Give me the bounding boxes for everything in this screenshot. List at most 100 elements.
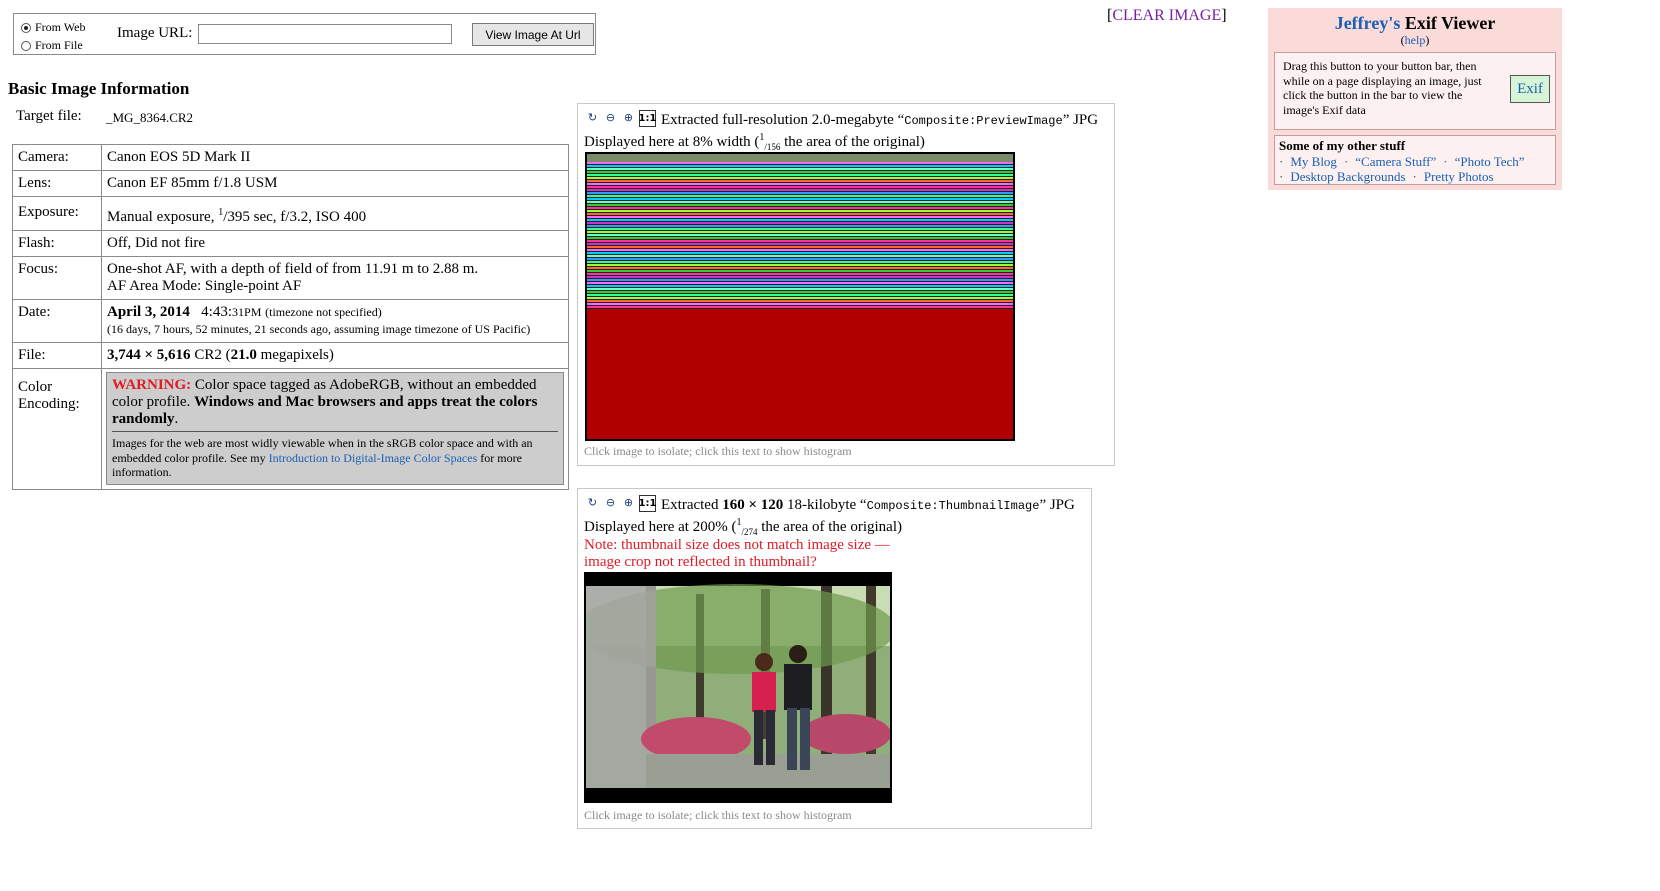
zoom-out-icon[interactable]: ⊖ [603, 110, 618, 125]
zoom-in-icon[interactable]: ⊕ [621, 110, 636, 125]
help: (help) [1268, 33, 1562, 48]
preview-display-info: Displayed here at 8% width (1/156 the ar… [584, 132, 925, 152]
display-text: Displayed here at 8% width ( [584, 134, 760, 150]
table-row: Date: April 3, 2014 4:43:31PM (timezone … [13, 300, 568, 343]
exposure-value: Manual exposure, 1/395 sec, f/3.2, ISO 4… [102, 197, 568, 231]
image-url-input[interactable] [198, 24, 452, 44]
rotate-icon[interactable]: ↻ [585, 495, 600, 510]
other-links-row: · My Blog · “Camera Stuff” · “Photo Tech” [1279, 154, 1525, 169]
extract-format: ” JPG [1062, 112, 1099, 128]
color-warning-box: WARNING: Color space tagged as AdobeRGB,… [106, 372, 564, 485]
radio-selected-icon[interactable] [21, 22, 31, 33]
area-denominator: /274 [741, 527, 758, 537]
display-text-end: the area of the original) [757, 519, 902, 535]
rotate-icon[interactable]: ↻ [585, 110, 600, 125]
focus-value: One-shot AF, with a depth of field of fr… [102, 257, 568, 300]
color-encoding-value: WARNING: Color space tagged as AdobeRGB,… [102, 369, 568, 490]
thumb-size: 18-kilobyte “ [783, 497, 867, 513]
warning-heading: WARNING: [112, 377, 192, 393]
file-value: 3,744 × 5,616 CR2 (21.0 megapixels) [102, 343, 568, 369]
help-link[interactable]: help [1405, 33, 1426, 47]
preview-image[interactable] [585, 152, 1015, 441]
camera-label: Camera: [13, 145, 102, 171]
file-label: File: [13, 343, 102, 369]
focus-label: Focus: [13, 257, 102, 300]
thumbnail-image-panel: ↻ ⊖ ⊕ 1:1 Extracted 160 × 120 18-kilobyt… [577, 488, 1092, 829]
file-megapixels-label: megapixels) [260, 347, 334, 363]
zoom-out-icon[interactable]: ⊖ [603, 495, 618, 510]
date-time: 4:43: [201, 304, 233, 320]
radio-from-web[interactable]: From Web [21, 20, 85, 35]
panel-title-text: Exif Viewer [1404, 13, 1496, 33]
basic-info-heading: Basic Image Information [8, 79, 190, 98]
clear-image-link[interactable]: CLEAR IMAGE [1112, 7, 1221, 24]
file-type: CR2 [194, 347, 222, 363]
image-tools: ↻ ⊖ ⊕ 1:1 [585, 110, 656, 127]
date-timezone: (timezone not specified) [265, 305, 382, 319]
zoom-in-icon[interactable]: ⊕ [621, 495, 636, 510]
other-stuff-box: Some of my other stuff · My Blog · “Camera … [1274, 135, 1556, 185]
display-text-end: the area of the original) [780, 134, 925, 150]
table-row: Color Encoding: WARNING: Color space tag… [13, 369, 568, 490]
thumb-dimensions: 160 × 120 [722, 497, 784, 513]
file-dimensions: 3,744 × 5,616 [107, 347, 191, 363]
clear-image: [CLEAR IMAGE] [1107, 7, 1227, 25]
author-name-link[interactable]: Jeffrey's [1335, 13, 1401, 33]
exposure-label: Exposure: [13, 197, 102, 231]
focus-af-mode: AF Area Mode: Single-point AF [107, 278, 302, 294]
thumbnail-image[interactable] [584, 572, 892, 803]
info-table: Camera: Canon EOS 5D Mark II Lens: Canon… [12, 144, 569, 490]
preview-extract-info: Extracted full-resolution 2.0-megabyte “… [661, 112, 1098, 129]
display-text: Displayed here at 200% ( [584, 519, 737, 535]
radio-from-file-label[interactable]: From File [35, 38, 83, 53]
extract-text: Extracted [661, 497, 723, 513]
date-label: Date: [13, 300, 102, 343]
lens-label: Lens: [13, 171, 102, 197]
photo-tech-link[interactable]: “Photo Tech” [1455, 154, 1525, 169]
thumb-histogram-hint[interactable]: Click image to isolate; click this text … [584, 808, 852, 823]
thumbnail-photo-graphic [586, 574, 890, 801]
flash-value: Off, Did not fire [102, 231, 568, 257]
file-megapixels: 21.0 [230, 347, 257, 363]
preview-histogram-hint[interactable]: Click image to isolate; click this text … [584, 444, 852, 459]
color-spaces-link[interactable]: Introduction to Digital-Image Color Spac… [269, 451, 478, 465]
extract-text: Extracted full-resolution 2.0-megabyte “ [661, 112, 905, 128]
table-row: Exposure: Manual exposure, 1/395 sec, f/… [13, 197, 568, 231]
bookmarklet-instructions: Drag this button to your button bar, the… [1283, 59, 1482, 117]
lens-value: Canon EF 85mm f/1.8 USM [102, 171, 568, 197]
thumb-size-note: Note: thumbnail size does not match imag… [584, 537, 890, 570]
pretty-photos-link[interactable]: Pretty Photos [1424, 169, 1494, 184]
table-row: Camera: Canon EOS 5D Mark II [13, 145, 568, 171]
preview-image-panel: ↻ ⊖ ⊕ 1:1 Extracted full-resolution 2.0-… [577, 103, 1115, 466]
exif-bookmarklet-button[interactable]: Exif [1510, 75, 1550, 103]
corrupted-preview-graphic [587, 154, 1013, 439]
thumb-extract-info: Extracted 160 × 120 18-kilobyte “Composi… [661, 497, 1075, 514]
focus-dof: One-shot AF, with a depth of field of fr… [107, 261, 479, 277]
table-row: Focus: One-shot AF, with a depth of fiel… [13, 257, 568, 300]
thumb-display-info: Displayed here at 200% (1/274 the area o… [584, 517, 902, 537]
panel-title: Jeffrey's Exif Viewer [1268, 13, 1562, 34]
exposure-mode: Manual exposure, [107, 209, 219, 225]
radio-from-web-label[interactable]: From Web [35, 20, 85, 35]
target-file-label: Target file: [16, 108, 82, 124]
actual-size-icon[interactable]: 1:1 [639, 110, 656, 127]
radio-from-file[interactable]: From File [21, 38, 83, 53]
desktop-backgrounds-link[interactable]: Desktop Backgrounds [1290, 169, 1405, 184]
exif-viewer-panel: Jeffrey's Exif Viewer (help) Drag this b… [1268, 8, 1562, 190]
radio-unselected-icon[interactable] [21, 40, 31, 51]
image-url-label: Image URL: [117, 25, 193, 41]
table-row: File: 3,744 × 5,616 CR2 (21.0 megapixels… [13, 343, 568, 369]
my-blog-link[interactable]: My Blog [1290, 154, 1337, 169]
date-value: April 3, 2014 4:43:31PM (timezone not sp… [102, 300, 568, 343]
flash-label: Flash: [13, 231, 102, 257]
clear-close-bracket: ] [1221, 7, 1227, 24]
view-image-button[interactable]: View Image At Url [472, 23, 594, 46]
table-row: Flash: Off, Did not fire [13, 231, 568, 257]
extract-format: ” JPG [1039, 497, 1075, 513]
actual-size-icon[interactable]: 1:1 [639, 495, 656, 512]
camera-stuff-link[interactable]: “Camera Stuff” [1355, 154, 1436, 169]
warning-end: . [174, 411, 179, 427]
help-close: ) [1425, 33, 1430, 47]
color-encoding-label: Color Encoding: [13, 369, 102, 490]
other-stuff-title: Some of my other stuff [1279, 138, 1406, 153]
